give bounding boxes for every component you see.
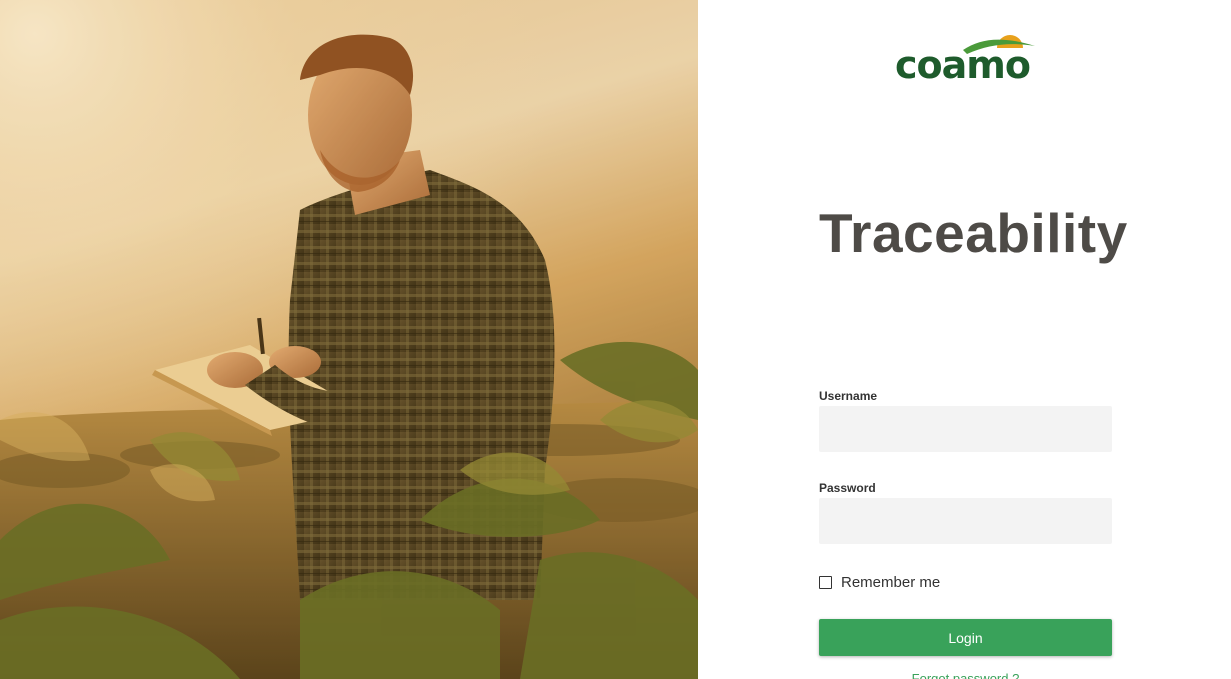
hero-photo bbox=[0, 0, 698, 679]
logo-text: coamo bbox=[895, 43, 1031, 87]
page-title: Traceability bbox=[819, 202, 1128, 264]
coamo-logo: coamo bbox=[895, 30, 1037, 86]
remember-me-row[interactable]: Remember me bbox=[819, 572, 940, 592]
username-label: Username bbox=[819, 389, 878, 403]
remember-me-label[interactable]: Remember me bbox=[841, 574, 940, 591]
login-button[interactable]: Login bbox=[819, 619, 1112, 656]
forgot-password-link[interactable]: Forgot password ? bbox=[819, 671, 1112, 679]
remember-me-checkbox[interactable] bbox=[819, 575, 832, 589]
password-input[interactable] bbox=[819, 498, 1112, 544]
username-input[interactable] bbox=[819, 406, 1112, 452]
login-page: coamo Traceability Username Password Rem… bbox=[0, 0, 1231, 679]
farmer-field-illustration bbox=[0, 0, 698, 679]
login-panel: coamo Traceability Username Password Rem… bbox=[698, 0, 1231, 679]
password-label: Password bbox=[819, 481, 876, 495]
